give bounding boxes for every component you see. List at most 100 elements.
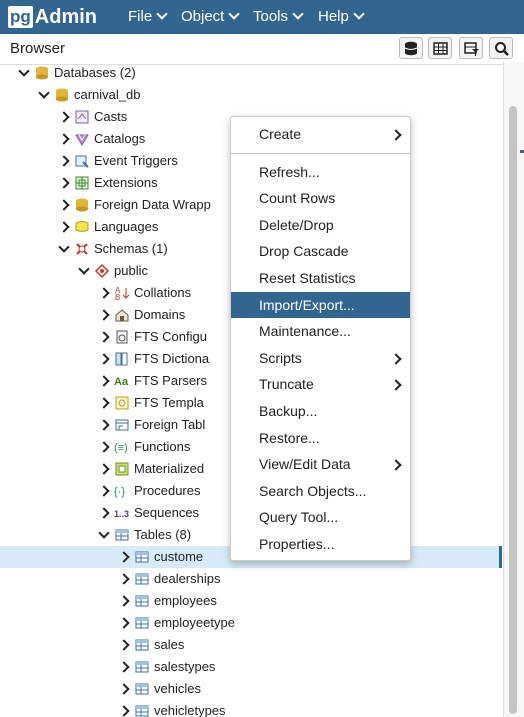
chevron-right-icon[interactable] [58,177,70,189]
tree-node[interactable]: vehicles [0,678,502,700]
tree-node-label: FTS Parsers [134,373,207,388]
context-menu-item-label: View/Edit Data [259,456,351,472]
chevron-right-icon[interactable] [118,573,130,585]
fts-dictionary-icon [115,352,128,366]
chevron-right-icon[interactable] [118,639,130,651]
context-menu-item[interactable]: Restore... [231,425,410,451]
chevron-right-icon[interactable] [118,617,130,629]
menu-file[interactable]: File [128,0,168,34]
tree-node[interactable]: employeetype [0,612,502,634]
tree-node-label: salestypes [154,659,216,674]
context-menu-item[interactable]: Delete/Drop [231,212,410,238]
tree-node-label: carnival_db [74,87,141,102]
context-menu-item[interactable]: Count Rows [231,185,410,211]
tree-node-label: Domains [134,307,186,322]
tree-node[interactable]: Databases (2) [0,62,502,84]
catalogs-icon [75,134,89,146]
context-menu-item-label: Properties... [259,536,335,552]
menu-help-label: Help [318,8,349,25]
context-menu-item[interactable]: Reset Statistics [231,265,410,291]
chevron-right-icon[interactable] [118,661,130,673]
tree-node-label: Functions [134,439,191,454]
context-menu-item[interactable]: Truncate [231,371,410,397]
chevron-right-icon[interactable] [98,441,110,453]
chevron-right-icon[interactable] [98,331,110,343]
tree-node-label: Foreign Tabl [134,417,206,432]
context-menu-item-label: Search Objects... [259,483,367,499]
chevron-right-icon[interactable] [58,111,70,123]
chevron-right-icon[interactable] [58,155,70,167]
chevron-down-icon[interactable] [18,65,30,77]
search-icon [495,42,509,56]
filtered-rows-button[interactable] [459,37,483,59]
menu-help[interactable]: Help [318,0,365,34]
chevron-right-icon[interactable] [98,507,110,519]
chevron-right-icon[interactable] [98,463,110,475]
context-menu: Create Refresh... Count Rows Delete/Drop Dro… [230,116,411,561]
tree-node[interactable]: sales [0,634,502,656]
tree-node[interactable]: employees [0,590,502,612]
table-icon [135,683,149,695]
menu-object-label: Object [181,8,225,25]
chevron-right-icon[interactable] [98,397,110,409]
chevron-right-icon[interactable] [98,375,110,387]
tree-scrollbar[interactable] [503,62,524,717]
chevron-down-icon[interactable] [58,241,70,253]
tree-node[interactable]: carnival_db [0,84,502,106]
chevron-down-icon[interactable] [78,263,90,275]
search-objects-button[interactable] [489,37,513,59]
context-menu-item[interactable]: Backup... [231,398,410,424]
context-menu-item[interactable]: Properties... [231,531,410,557]
context-menu-item[interactable]: Search Objects... [231,478,410,504]
tree-node[interactable]: salestypes [0,656,502,678]
menu-object[interactable]: Object [181,0,241,34]
context-menu-item[interactable]: Maintenance... [231,318,410,344]
context-menu-item-label: Drop Cascade [259,243,349,259]
view-data-button[interactable] [428,37,452,59]
domains-icon [115,309,129,322]
context-menu-item[interactable]: Refresh... [231,159,410,185]
chevron-right-icon[interactable] [58,133,70,145]
context-menu-item[interactable]: Query Tool... [231,504,410,530]
table-icon [135,705,149,717]
chevron-right-icon[interactable] [98,309,110,321]
chevron-down-icon[interactable] [38,87,50,99]
context-menu-item[interactable]: Scripts [231,345,410,371]
context-menu-item-label: Import/Export... [259,297,355,313]
menu-file-label: File [128,8,153,25]
context-menu-item[interactable]: Import/Export... [231,292,410,318]
context-menu-item[interactable]: Drop Cascade [231,238,410,264]
top-menubar: pg Admin File Object Tools Help [0,0,524,34]
scrollbar-thumb[interactable] [509,106,517,714]
chevron-right-icon[interactable] [98,287,110,299]
chevron-right-icon[interactable] [118,595,130,607]
sequences-icon: 1..3 [114,509,129,519]
chevron-right-icon[interactable] [118,683,130,695]
tree-node-label: dealerships [154,571,221,586]
tree-node[interactable]: vehicletypes [0,700,502,717]
context-menu-item[interactable]: Create [231,121,410,147]
table-icon [135,661,149,673]
chevron-right-icon[interactable] [98,419,110,431]
svg-text:1..3: 1..3 [114,509,129,519]
tree-node-label: Collations [134,285,192,300]
context-menu-item-label: Refresh... [259,164,320,180]
chevron-down-icon[interactable] [98,527,110,539]
object-properties-button[interactable] [399,37,423,59]
chevron-right-icon[interactable] [98,353,110,365]
chevron-right-icon[interactable] [118,551,130,563]
tree-node-label: vehicles [154,681,201,696]
context-menu-item[interactable]: View/Edit Data [231,451,410,477]
tree-node-label: public [114,263,148,278]
schemas-icon [76,243,88,255]
chevron-right-icon[interactable] [58,221,70,233]
chevron-right-icon[interactable] [98,485,110,497]
tree-node-label: Event Triggers [94,153,178,168]
chevron-right-icon[interactable] [118,705,130,717]
svg-text:B: B [115,293,120,301]
tree-node[interactable]: dealerships [0,568,502,590]
event-triggers-icon [75,155,89,168]
menu-tools[interactable]: Tools [253,0,304,34]
grid-icon [433,42,448,55]
chevron-right-icon[interactable] [58,199,70,211]
